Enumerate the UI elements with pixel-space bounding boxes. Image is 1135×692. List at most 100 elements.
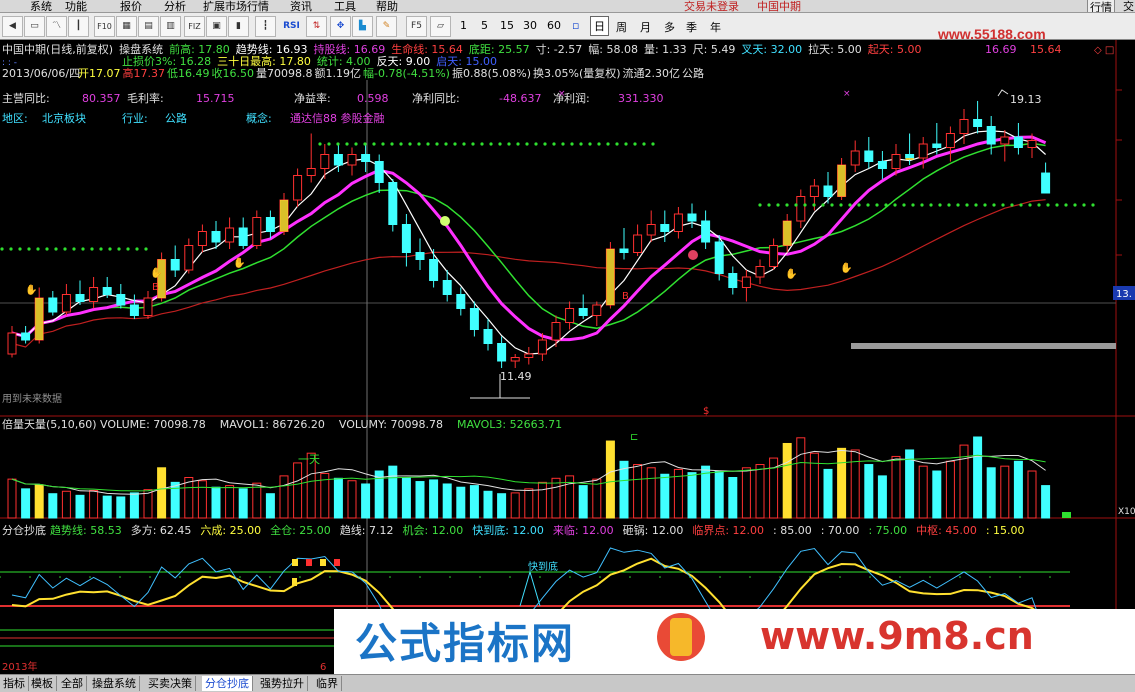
volume-bar	[837, 447, 847, 519]
candle-icon[interactable]: ┃	[68, 16, 89, 37]
volume-bar	[157, 467, 167, 519]
support-dots	[18, 247, 22, 251]
tab-all[interactable]: 全部	[58, 676, 87, 691]
support-dots	[99, 247, 103, 251]
calc-icon[interactable]: ▣	[206, 16, 227, 37]
menu-help[interactable]: 帮助	[376, 0, 398, 12]
move-icon[interactable]: ✥	[330, 16, 351, 37]
rsi-icon[interactable]: RSI	[281, 16, 302, 37]
volume-bar	[687, 472, 697, 519]
candle-body	[850, 150, 860, 166]
fast-bottom-label: 快到底	[528, 560, 558, 573]
tab-position-bottom[interactable]: 分仓抄底	[202, 676, 253, 691]
grid-icon[interactable]: ▤	[138, 16, 159, 37]
tab-buy-sell[interactable]: 买卖决策	[145, 676, 196, 691]
tab-template[interactable]: 模板	[28, 676, 57, 691]
candle-body	[905, 154, 915, 159]
resistance-dots	[1055, 203, 1059, 207]
menu-extended-market[interactable]: 扩展市场行情	[203, 0, 269, 12]
resistance-dots	[615, 142, 619, 146]
candle-body	[456, 294, 466, 309]
candles-icon[interactable]: ┇	[255, 16, 276, 37]
support-dots	[144, 247, 148, 251]
candle-body	[755, 266, 765, 278]
bars-icon[interactable]: ▮	[228, 16, 249, 37]
period-5[interactable]: 5	[481, 19, 488, 32]
resistance-dots	[812, 203, 816, 207]
band-dot	[569, 576, 571, 578]
histogram-icon[interactable]: ▙	[352, 16, 373, 37]
period-1[interactable]: 1	[460, 19, 467, 32]
period-30[interactable]: 30	[523, 19, 537, 32]
volume-bar	[510, 492, 520, 519]
resistance-dots	[875, 203, 879, 207]
period-year[interactable]: 年	[710, 19, 721, 35]
table-icon[interactable]: ▦	[116, 16, 137, 37]
menu-quote[interactable]: 报价	[120, 0, 142, 12]
resistance-dots	[785, 203, 789, 207]
indicator-values-10: : 85.00	[773, 524, 812, 537]
indicator-values-4: 趋线: 7.12	[340, 523, 394, 537]
support-dots	[81, 247, 85, 251]
menu-tools[interactable]: 工具	[334, 0, 356, 12]
price-tag-label: 13.	[1116, 289, 1132, 300]
login-status[interactable]: 交易未登录	[684, 0, 739, 12]
resistance-dots	[902, 203, 906, 207]
info-line1-6: 底距: 25.57	[469, 42, 530, 56]
band-dot	[89, 576, 91, 578]
support-dots	[117, 247, 121, 251]
volume-bar	[986, 467, 996, 519]
line-chart-icon[interactable]: 〽	[46, 16, 67, 37]
volume-bar	[796, 437, 806, 519]
period-month[interactable]: 月	[640, 19, 651, 35]
mavol3-line	[11, 454, 1046, 492]
candle-body	[510, 357, 520, 362]
resistance-dots	[453, 142, 457, 146]
arrow-left-icon[interactable]: ◀	[2, 16, 23, 37]
candle-body	[551, 322, 561, 341]
tab-trading-system[interactable]: 操盘系统	[89, 676, 140, 691]
volume-bar	[891, 455, 901, 519]
menu-system[interactable]: 系统	[30, 0, 52, 12]
menu-function[interactable]: 功能	[65, 0, 87, 12]
volume-bar	[633, 464, 643, 519]
chart-canvas[interactable]: 13. 中国中期(日线,前复权) 操盘系统 前高: 17.80 趋势线: 16.93 持…	[0, 40, 1135, 674]
monitor-icon[interactable]: ▭	[24, 16, 45, 37]
candle-body	[660, 224, 670, 232]
menu-analysis[interactable]: 分析	[164, 0, 186, 12]
menu-bar: 系统 功能 报价 分析 扩展市场行情 资讯 工具 帮助 交易未登录 中国中期 行…	[0, 0, 1135, 13]
period-week[interactable]: 周	[616, 19, 627, 35]
resistance-dots	[956, 203, 960, 207]
f5-icon[interactable]: F5	[406, 16, 427, 37]
resistance-dots	[336, 142, 340, 146]
period-60[interactable]: 60	[547, 19, 561, 32]
tab-indicator[interactable]: 指标	[0, 676, 29, 691]
info-line1-0: 中国中期(日线,前复权)	[2, 42, 113, 56]
fiz-icon[interactable]: FIZ	[184, 16, 205, 37]
tab-strong-rise[interactable]: 强势拉升	[257, 676, 308, 691]
panel-control-icon: ◇ □	[1094, 45, 1114, 56]
arrows-icon[interactable]: ⇅	[306, 16, 327, 37]
scrollbar-thumb[interactable]	[851, 343, 1116, 349]
period-more-icon[interactable]: ▫	[572, 19, 579, 32]
tool-icon[interactable]: ▱	[430, 16, 451, 37]
support-dots	[0, 247, 4, 251]
pencil-icon[interactable]: ✎	[376, 16, 397, 37]
period-day[interactable]: 日	[590, 16, 609, 36]
market-button[interactable]: 行情	[1087, 0, 1115, 12]
period-quarter[interactable]: 季	[686, 19, 697, 35]
f10-icon[interactable]: F10	[94, 16, 115, 37]
menu-news[interactable]: 资讯	[290, 0, 312, 12]
volume-bar	[483, 490, 493, 519]
info-line1-8: 幅: 58.08	[588, 43, 638, 56]
volume-bar	[34, 484, 44, 519]
resistance-dots	[561, 142, 565, 146]
period-15[interactable]: 15	[500, 19, 514, 32]
signal-candle	[783, 221, 792, 246]
chart-icon[interactable]: ▥	[160, 16, 181, 37]
candle-body	[891, 154, 901, 169]
trade-button[interactable]: 交	[1123, 0, 1134, 12]
period-multi[interactable]: 多	[664, 19, 675, 35]
industry-value: 公路	[165, 112, 187, 125]
tab-critical[interactable]: 临界	[313, 676, 342, 691]
